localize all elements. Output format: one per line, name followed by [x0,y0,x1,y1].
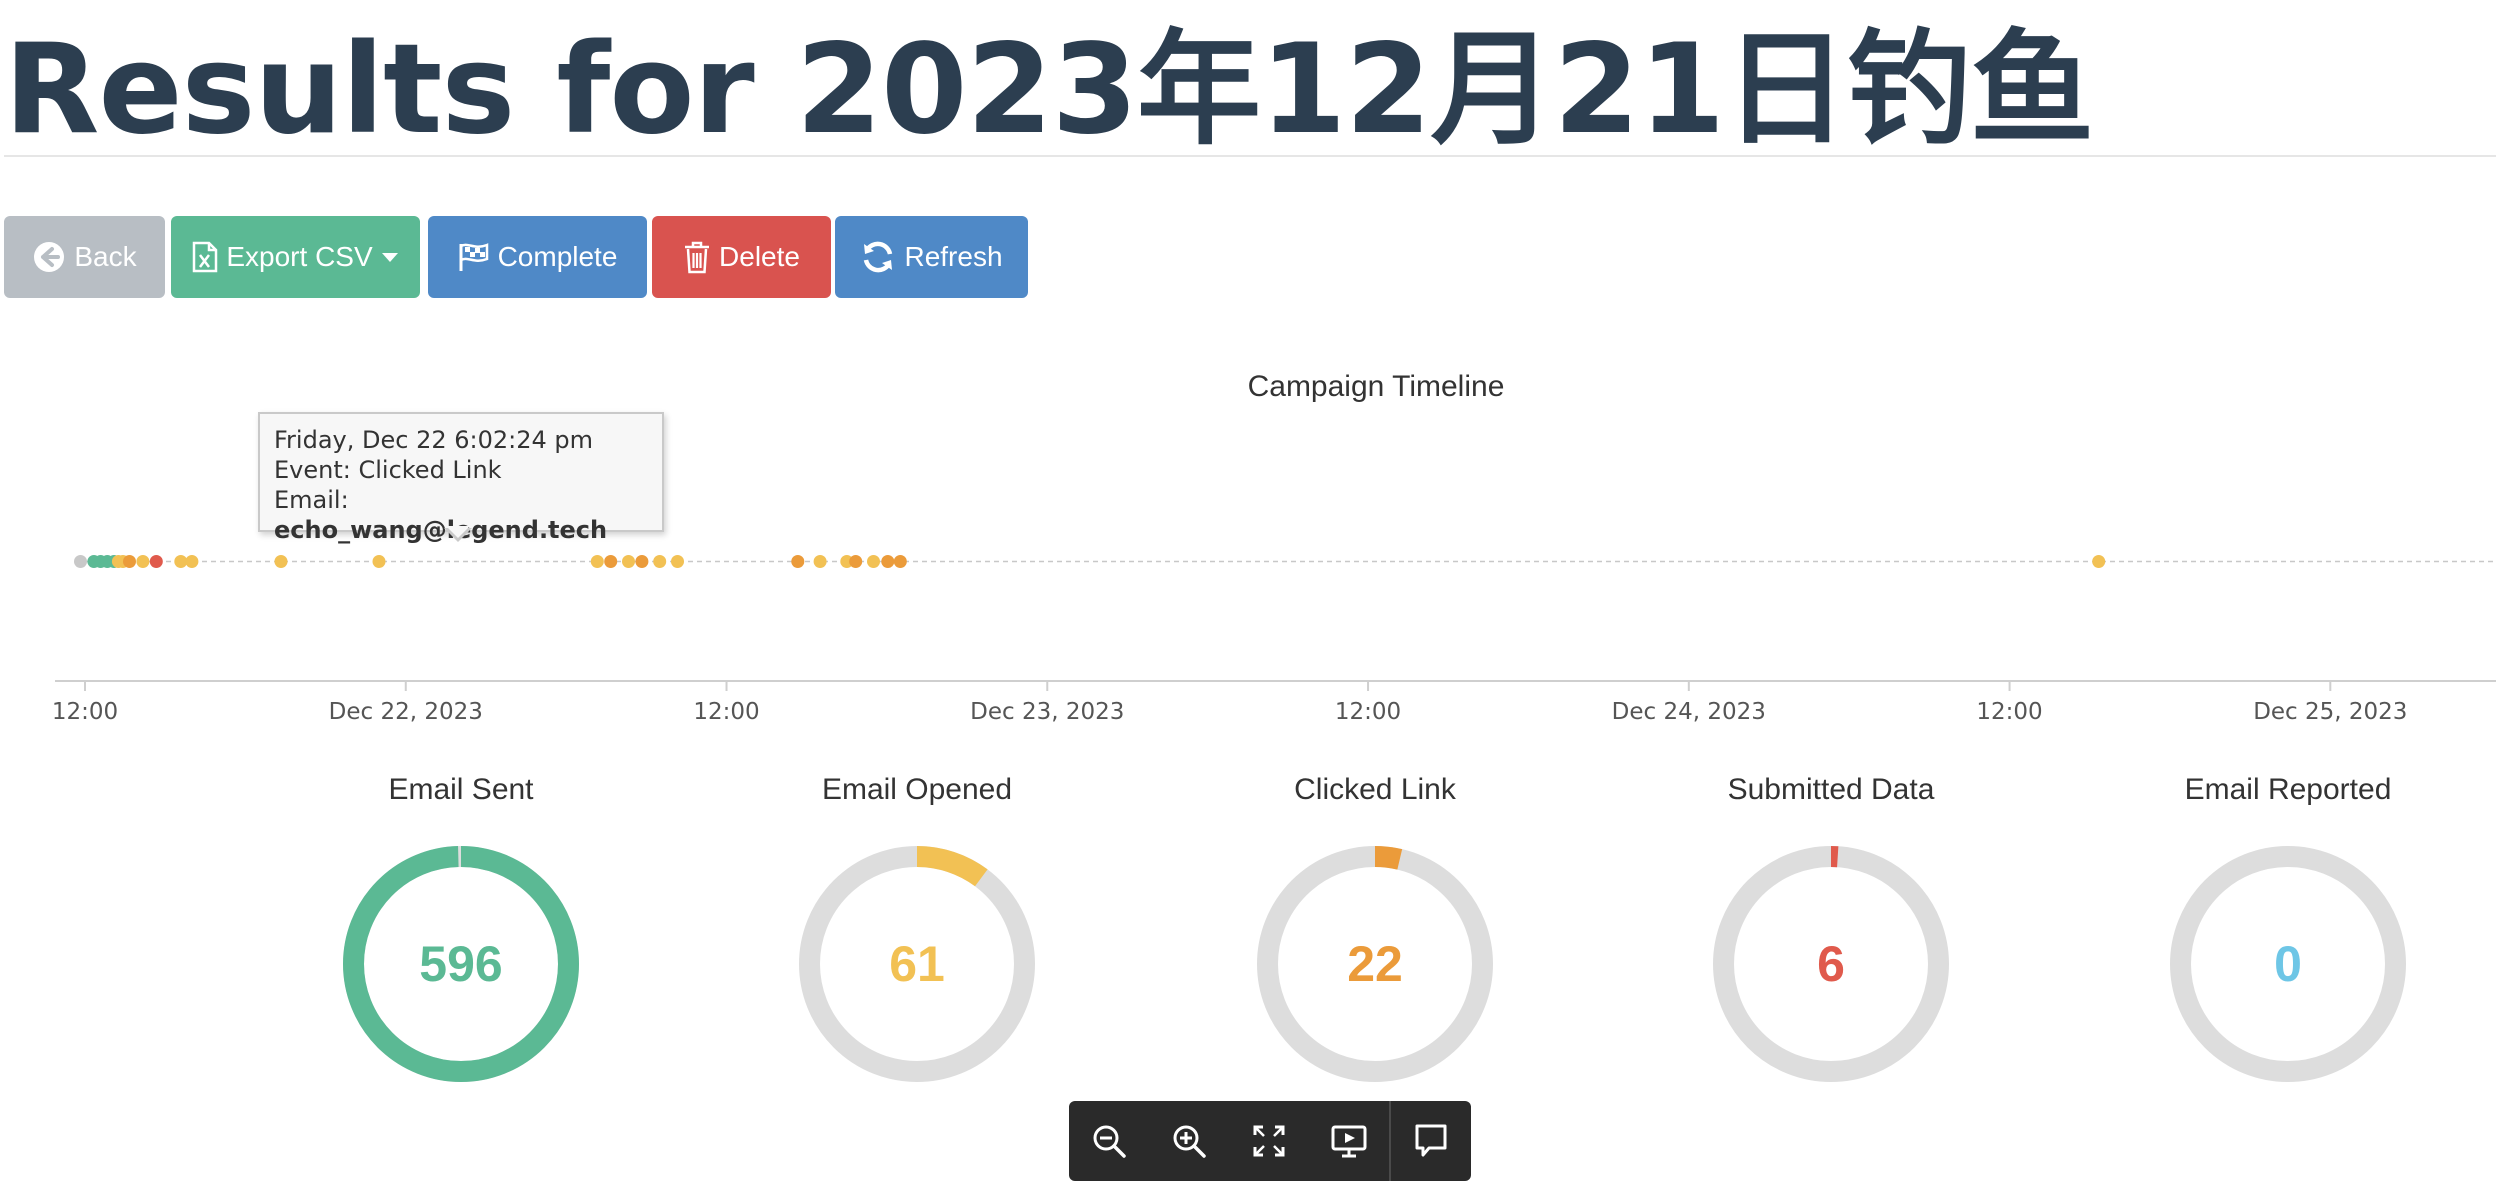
comment-button[interactable] [1391,1101,1471,1181]
present-button[interactable] [1309,1101,1389,1181]
excel-file-icon [193,241,218,273]
timeline-tooltip: Friday, Dec 22 6:02:24 pm Event: Clicked… [258,412,664,544]
tooltip-datetime: Friday, Dec 22 6:02:24 pm [274,426,593,454]
timeline-points [74,555,2106,568]
stat-sent-value: 596 [419,936,502,992]
timeline-point-opened[interactable] [2092,555,2106,568]
timeline-point-opened[interactable] [185,555,199,568]
delete-button[interactable]: Delete [652,216,831,298]
timeline-point-clicked[interactable] [604,555,618,568]
tooltip-email-label: Email: [274,486,349,514]
fit-screen-icon [1253,1125,1285,1157]
stat-opened-value: 61 [889,936,945,992]
stat-sent-title: Email Sent [388,773,534,806]
refresh-button[interactable]: Refresh [835,216,1028,298]
zoom-in-icon [1173,1125,1206,1158]
timeline-point-clicked[interactable] [893,555,907,568]
checkered-flag-icon [459,243,488,271]
comment-icon [1415,1124,1447,1157]
stat-opened-ring: 61 [799,846,1035,1082]
stat-submitted-value: 6 [1817,936,1845,992]
timeline-point-clicked[interactable] [881,555,895,568]
trash-icon [685,241,710,274]
export-csv-button[interactable]: Export CSV [171,216,420,298]
refresh-icon [864,241,893,273]
stat-submitted-title: Submitted Data [1727,773,1935,806]
export-csv-label: Export CSV [226,241,373,272]
stat-reported-ring: 0 [2170,846,2406,1082]
timeline-point-launched[interactable] [74,555,87,568]
timeline-point-opened[interactable] [590,555,604,568]
stat-clicked: Clicked Link 22 [1225,770,1525,1084]
complete-button[interactable]: Complete [428,216,647,298]
caret-down-icon [381,253,398,262]
stat-reported-value: 0 [2274,936,2302,992]
stat-sent-ring: 596 [343,846,579,1082]
timeline-point-submitted[interactable] [149,555,163,568]
timeline-point-clicked[interactable] [635,555,649,568]
stat-clicked-ring: 22 [1257,846,1493,1082]
tooltip-email-value: echo_wang@legend.tech [274,516,608,544]
x-axis-tick-label: 12:00 [1976,699,2042,725]
timeline-point-opened[interactable] [671,555,684,568]
timeline-point-opened[interactable] [622,555,635,568]
timeline-point-clicked[interactable] [849,555,863,568]
tooltip-event-label: Event: [274,456,359,484]
x-axis-tick-label: 12:00 [52,699,118,725]
timeline-point-clicked[interactable] [791,555,805,568]
x-axis-ticks: 12:00 Dec 22, 2023 12:00 Dec 23, 2023 12:00 D… [52,681,2407,725]
x-axis-tick-label: Dec 24, 2023 [1612,699,1766,725]
stat-submitted-ring: 6 [1713,846,1949,1082]
tooltip-event-value: Clicked Link [358,456,502,484]
zoom-out-icon [1093,1125,1126,1158]
stat-opened-title: Email Opened [821,773,1013,806]
x-axis-tick-label: Dec 25, 2023 [2253,699,2407,725]
tooltip-event: Event: Clicked Link [274,455,662,485]
timeline-point-opened[interactable] [867,555,880,568]
timeline-point-opened[interactable] [274,555,288,568]
zoom-in-button[interactable] [1149,1101,1229,1181]
x-axis-tick-label: 12:00 [693,699,759,725]
fit-screen-button[interactable] [1229,1101,1309,1181]
timeline-point-opened[interactable] [372,555,386,568]
stat-submitted: Submitted Data 6 [1681,770,1981,1084]
refresh-label: Refresh [904,241,1003,272]
stat-reported-title: Email Reported [2184,773,2392,806]
page-title: Results for 2023年12月21日钓鱼 [4,18,2094,162]
viewer-toolbar [1069,1101,1471,1181]
timeline-point-opened[interactable] [174,555,188,568]
x-axis-tick-label: Dec 23, 2023 [970,699,1124,725]
stat-opened: Email Opened 61 [767,770,1067,1084]
delete-label: Delete [719,241,800,272]
stat-clicked-value: 22 [1347,936,1403,992]
stat-sent: Email Sent 596 [311,770,611,1084]
back-label: Back [74,241,137,272]
timeline-point-opened[interactable] [136,555,150,568]
present-icon [1331,1125,1367,1158]
x-axis-tick-label: 12:00 [1335,699,1401,725]
stat-reported: Email Reported 0 [2138,770,2438,1084]
timeline-point-opened[interactable] [653,555,667,568]
zoom-out-button[interactable] [1069,1101,1149,1181]
title-divider [4,155,2496,157]
timeline-point-clicked[interactable] [123,555,136,568]
timeline-point-opened[interactable] [813,555,827,568]
stat-clicked-title: Clicked Link [1294,773,1456,806]
timeline-title: Campaign Timeline [1247,370,1505,403]
back-arrow-circle-icon [34,242,65,272]
complete-label: Complete [497,241,618,272]
back-button[interactable]: Back [4,216,165,298]
x-axis-tick-label: Dec 22, 2023 [329,699,483,725]
tooltip-pointer [444,526,472,542]
